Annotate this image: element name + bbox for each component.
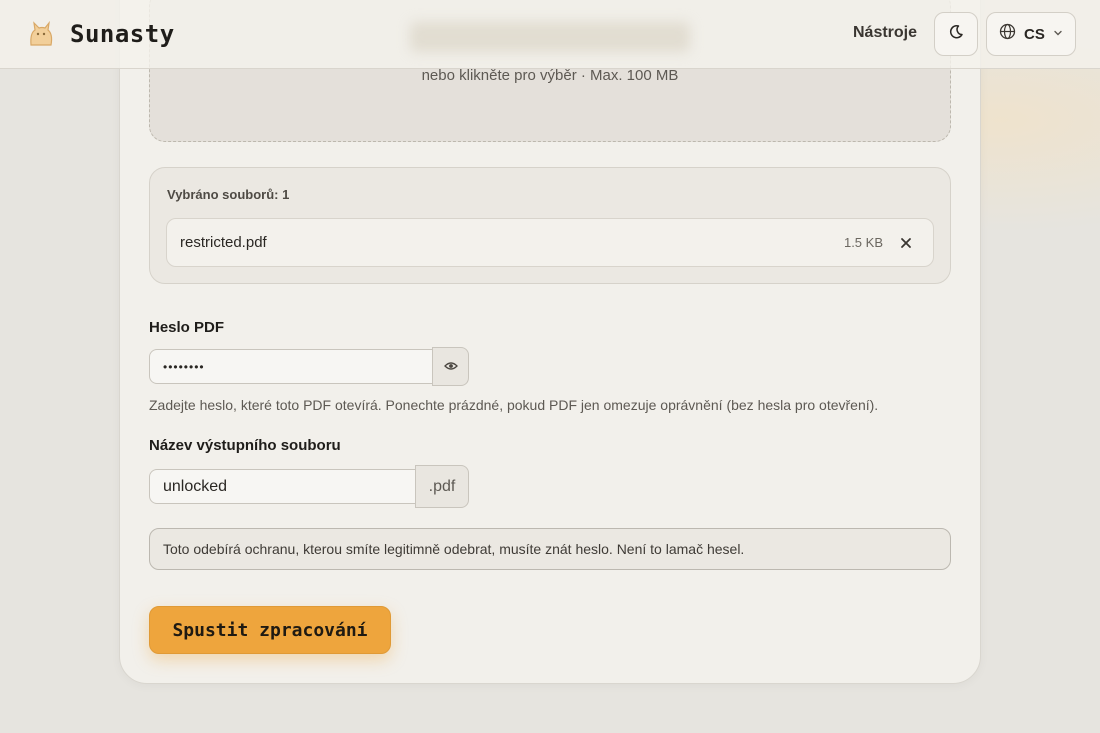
- dropzone-hint: nebo klikněte pro výběr · Max. 100 MB: [421, 67, 679, 84]
- password-input[interactable]: ••••••••: [149, 349, 433, 384]
- run-processing-button[interactable]: Spustit zpracování: [149, 606, 391, 654]
- legal-notice-text: Toto odebírá ochranu, kterou smíte legit…: [163, 541, 745, 557]
- file-extension-text: .pdf: [428, 477, 456, 495]
- language-select[interactable]: CS: [986, 12, 1076, 56]
- moon-icon: [948, 24, 964, 45]
- output-filename-input[interactable]: unlocked: [149, 469, 416, 504]
- show-password-button[interactable]: [432, 347, 469, 386]
- nav-tools-link[interactable]: Nástroje: [853, 24, 917, 42]
- theme-toggle-button[interactable]: [934, 12, 978, 56]
- password-value: ••••••••: [163, 359, 205, 374]
- selected-files-title: Vybráno souborů: 1: [167, 187, 290, 202]
- top-header: Sunasty Nástroje CS: [0, 0, 1100, 69]
- legal-notice: Toto odebírá ochranu, kterou smíte legit…: [149, 528, 951, 570]
- file-extension-suffix: .pdf: [415, 465, 469, 508]
- file-size: 1.5 KB: [843, 235, 883, 250]
- file-row: restricted.pdf 1.5 KB: [166, 218, 934, 267]
- file-name: restricted.pdf: [180, 234, 267, 251]
- output-filename-value: unlocked: [163, 477, 228, 495]
- cat-logo-icon[interactable]: [26, 19, 56, 49]
- password-help-text: Zadejte heslo, které toto PDF otevírá. P…: [149, 397, 879, 413]
- language-code: CS: [1024, 25, 1045, 43]
- close-icon[interactable]: [895, 232, 917, 254]
- output-filename-label: Název výstupního souboru: [149, 437, 341, 454]
- blurred-heading: [410, 22, 690, 52]
- password-label: Heslo PDF: [149, 319, 225, 336]
- chevron-down-icon: [1053, 25, 1063, 43]
- selected-files-panel: Vybráno souborů: 1 restricted.pdf 1.5 KB: [149, 167, 951, 284]
- brand-name[interactable]: Sunasty: [70, 20, 175, 48]
- globe-icon: [999, 23, 1016, 45]
- eye-icon: [443, 358, 458, 376]
